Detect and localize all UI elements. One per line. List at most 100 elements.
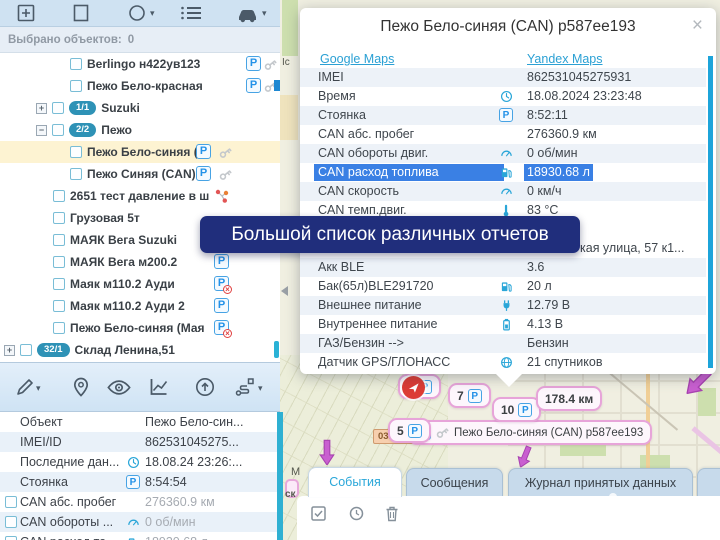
popup-scrollbar[interactable] (708, 56, 713, 368)
circle-select-icon[interactable] (128, 3, 146, 23)
navigation-arrow-icon (407, 381, 420, 394)
popup-pointer (496, 374, 522, 387)
add-unit-icon[interactable] (16, 3, 36, 23)
routes-icon[interactable] (234, 376, 256, 403)
tree-item[interactable]: +32/1Склад Ленина,51 (0, 339, 280, 361)
row-value: кая улица, 57 к1... (580, 239, 684, 258)
collapse-panel-icon[interactable] (281, 286, 288, 296)
tree-checkbox[interactable] (53, 190, 65, 202)
row-label: Стоянка (20, 472, 68, 492)
tree-expander-icon[interactable]: + (4, 345, 15, 356)
details-row[interactable]: СтоянкаP8:54:54 (0, 472, 278, 492)
trash-icon[interactable] (385, 506, 399, 527)
details-row[interactable]: CAN обороты ...0 об/мин (0, 512, 278, 532)
list-view-icon[interactable] (180, 3, 204, 23)
tree-checkbox[interactable] (70, 58, 82, 70)
tree-checkbox[interactable] (70, 80, 82, 92)
parking-off-mark: × (223, 285, 232, 294)
tree-item[interactable]: Пежо Бело-синяя (МаяP× (0, 317, 280, 339)
select-all-checkbox-icon[interactable] (311, 506, 326, 526)
icon-battery (500, 318, 513, 331)
tree-item-label: Пежо Бело-синяя (Мая (70, 321, 205, 335)
visibility-eye-icon[interactable] (106, 379, 132, 401)
tree-expander-icon[interactable]: − (36, 125, 47, 136)
tab-partial[interactable] (697, 468, 720, 497)
tree-checkbox[interactable] (53, 234, 65, 246)
tree-item[interactable]: 2651 тест давление в ш (0, 185, 280, 207)
row-checkbox[interactable] (5, 496, 17, 508)
tree-item[interactable]: Пежо Синяя (CAN) сP (0, 163, 280, 185)
geofence-icon[interactable] (72, 3, 90, 23)
tree-item[interactable]: МАЯК Вега м200.2P (0, 251, 280, 273)
tree-item[interactable]: Маяк м110.2 Ауди 2P (0, 295, 280, 317)
chevron-down-icon[interactable]: ▾ (258, 383, 263, 394)
promo-banner: Большой список различных отчетов (200, 216, 580, 253)
info-row: Внутреннее питание4.13 В (300, 315, 706, 334)
parking-icon: P (408, 424, 422, 438)
row-checkbox[interactable] (5, 516, 17, 528)
chevron-down-icon[interactable]: ▾ (150, 8, 155, 19)
map-pill[interactable]: 10P (492, 397, 541, 422)
tree-item-label: Пежо Бело-синяя (С (87, 145, 206, 159)
details-row[interactable]: ОбъектПежо Бело-син... (0, 412, 278, 432)
map-pill-label: 7 (457, 389, 464, 403)
map-pill[interactable]: 178.4 км (536, 386, 602, 411)
panel-resize-handle[interactable] (277, 412, 283, 540)
tree-item[interactable]: Маяк м110.2 АудиP× (0, 273, 280, 295)
tree-item[interactable]: Berlingo н422ув123P (0, 53, 280, 75)
map-pill[interactable]: 5P (388, 418, 431, 443)
tab-data-log[interactable]: Журнал принятых данных (508, 468, 693, 497)
yandex-maps-link[interactable]: Yandex Maps (527, 52, 603, 66)
google-maps-link[interactable]: Google Maps (320, 52, 394, 66)
close-icon[interactable]: × (692, 16, 703, 35)
unit-tree: Berlingo н422ув123PПежо Бело-краснаяP+1/… (0, 53, 280, 361)
info-row: СтоянкаP8:52:11 (300, 106, 706, 125)
chevron-down-icon[interactable]: ▾ (36, 383, 41, 394)
row-value: 8:52:11 (527, 106, 568, 125)
key-icon (435, 425, 450, 440)
chevron-down-icon[interactable]: ▾ (262, 8, 267, 19)
tree-item[interactable]: +1/1Suzuki (0, 97, 280, 119)
tree-checkbox[interactable] (20, 344, 32, 356)
tree-checkbox[interactable] (52, 102, 64, 114)
tree-checkbox[interactable] (53, 212, 65, 224)
row-value: 3.6 (527, 258, 544, 277)
tree-item-label: 2651 тест давление в ш (70, 189, 209, 203)
details-row[interactable]: CAN абс. пробег276360.9 км (0, 492, 278, 512)
row-value: 862531045275... (145, 432, 239, 452)
parking-icon: P (126, 475, 140, 489)
row-label: CAN абс. пробег (318, 125, 414, 144)
details-row[interactable]: CAN расход то...18930.68 л (0, 532, 278, 540)
row-value: 862531045275931 (527, 68, 631, 87)
row-value: 276360.9 км (527, 125, 597, 144)
tree-expander-icon[interactable]: + (36, 103, 47, 114)
tab-messages[interactable]: Сообщения (406, 468, 503, 497)
row-checkbox[interactable] (5, 536, 17, 540)
tree-item[interactable]: −2/2Пежо (0, 119, 280, 141)
details-row[interactable]: Последние дан...18.08.24 23:26:... (0, 452, 278, 472)
tree-item[interactable]: Пежо Бело-синяя (СP (0, 141, 280, 163)
edit-icon[interactable] (14, 376, 36, 403)
tree-checkbox[interactable] (53, 300, 65, 312)
time-filter-icon[interactable] (349, 506, 364, 526)
events-tab-panel (297, 496, 720, 540)
location-pin-icon[interactable] (70, 376, 92, 403)
tree-checkbox[interactable] (70, 146, 82, 158)
info-row: ГАЗ/Бензин -->Бензин (300, 334, 706, 353)
vehicle-filter-icon[interactable] (236, 3, 260, 23)
map-unit-tooltip[interactable]: P Пежо Бело-синяя (CAN) p587ee193 (408, 420, 652, 445)
tree-item[interactable]: Пежо Бело-краснаяP (0, 75, 280, 97)
tab-events[interactable]: События (308, 467, 402, 497)
details-row[interactable]: IMEI/ID862531045275... (0, 432, 278, 452)
tree-checkbox[interactable] (53, 322, 65, 334)
tree-checkbox[interactable] (53, 256, 65, 268)
unit-position-marker[interactable] (402, 376, 425, 399)
tree-scrollbar-thumb[interactable] (274, 341, 279, 358)
tree-checkbox[interactable] (53, 278, 65, 290)
map-pill[interactable]: 7P (448, 383, 491, 408)
tree-checkbox[interactable] (70, 168, 82, 180)
send-command-icon[interactable] (194, 376, 216, 403)
chart-icon[interactable] (148, 376, 170, 403)
tree-checkbox[interactable] (52, 124, 64, 136)
map-label-fragment: Ic (282, 57, 290, 68)
